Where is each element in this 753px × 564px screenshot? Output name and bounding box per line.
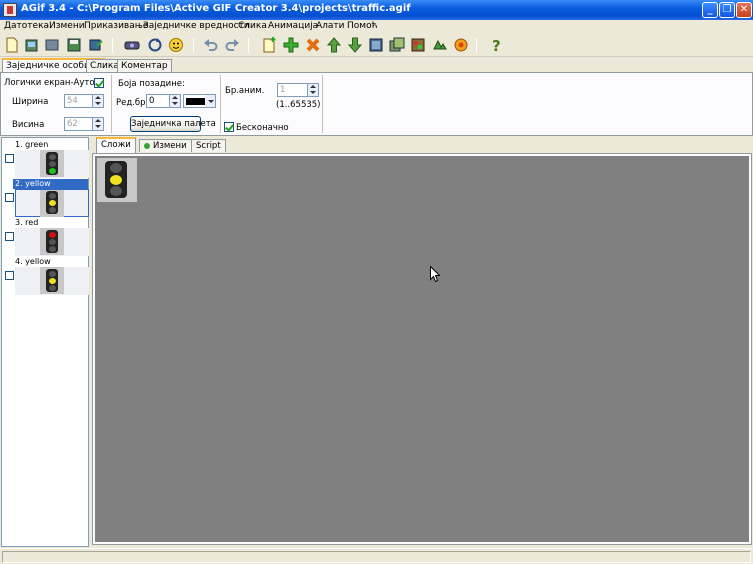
properties-tabs: Заједничке особине Слика Коментар — [0, 58, 753, 73]
frame-checkbox[interactable] — [5, 232, 14, 241]
height-spinner[interactable]: 62 — [64, 117, 104, 131]
menu-image[interactable]: Слика — [238, 21, 267, 31]
anim-count-spinner[interactable]: 1 — [277, 83, 319, 97]
editor-tabs: Сложи Измени Script — [92, 137, 752, 153]
anim-range-label: (1..65535) — [276, 100, 321, 110]
open-icon[interactable] — [24, 37, 40, 53]
tab-edit[interactable]: Измени — [139, 139, 192, 152]
index-label: Ред.бр. — [116, 98, 149, 108]
frame-thumbnail[interactable] — [15, 150, 89, 178]
infinite-checkbox[interactable] — [224, 122, 234, 132]
menu-animation[interactable]: Анимација — [268, 21, 318, 31]
logical-screen-auto-checkbox[interactable] — [94, 78, 104, 88]
help-icon[interactable]: ? — [489, 37, 505, 53]
width-value: 54 — [67, 96, 78, 106]
minimize-button[interactable]: _ — [702, 2, 718, 18]
canvas-area — [92, 153, 752, 545]
frame-checkbox[interactable] — [5, 193, 14, 202]
move-down-icon[interactable] — [347, 37, 363, 53]
anim-count-spin-arrows[interactable] — [307, 84, 318, 96]
animation-canvas[interactable] — [95, 156, 749, 542]
logical-screen-auto-label: Логички екран-Аутом. — [4, 78, 104, 88]
chevron-down-icon[interactable] — [206, 95, 215, 107]
palette-icon[interactable] — [410, 37, 426, 53]
infinite-label: Бесконачно — [236, 123, 289, 133]
anim-count-label: Бр.аним. — [225, 86, 265, 96]
tab-compose[interactable]: Сложи — [96, 137, 136, 153]
index-spin-arrows[interactable] — [169, 95, 180, 107]
width-spin-arrows[interactable] — [92, 95, 103, 107]
height-value: 62 — [67, 119, 78, 129]
height-label: Висина — [12, 120, 45, 130]
frame-properties-icon[interactable] — [368, 37, 384, 53]
maximize-button[interactable]: ❐ — [719, 2, 735, 18]
bg-color-swatch — [186, 98, 205, 105]
frame-thumbnail[interactable] — [15, 228, 89, 256]
index-value: 0 — [149, 96, 155, 106]
frame-thumbnail[interactable] — [15, 267, 89, 295]
preview-icon[interactable] — [124, 37, 140, 53]
bg-color-picker[interactable] — [183, 94, 216, 108]
insert-frame-icon[interactable] — [283, 37, 299, 53]
common-properties-panel: Логички екран-Аутом. Ширина 54 Висина 62… — [0, 72, 753, 136]
menu-bar: Датотека Измени Приказивање Заједничке в… — [0, 20, 753, 34]
frame-title[interactable]: 3. red — [13, 218, 88, 228]
window-title: AGif 3.4 - C:\Program Files\Active GIF C… — [21, 3, 411, 14]
status-bar — [0, 548, 753, 564]
save-as-icon[interactable] — [88, 37, 104, 53]
status-dot-icon — [144, 142, 150, 149]
menu-common-values[interactable]: Заједничке вредности — [143, 21, 250, 31]
duplicate-frame-icon[interactable] — [389, 37, 405, 53]
menu-help[interactable]: Помоћ — [347, 21, 377, 31]
add-frame-icon[interactable] — [261, 37, 277, 53]
effects-icon[interactable] — [432, 37, 448, 53]
new-icon[interactable] — [4, 37, 20, 53]
common-palette-button[interactable]: Заједничка палета — [130, 116, 216, 132]
frame-list[interactable]: 1. green 2. yellow 3. red 4. yellow — [1, 137, 89, 547]
menu-tools[interactable]: Алати — [316, 21, 345, 31]
frame-checkbox[interactable] — [5, 271, 14, 280]
import-icon[interactable] — [44, 37, 60, 53]
menu-edit[interactable]: Измени — [49, 21, 85, 31]
redo-icon[interactable] — [224, 37, 240, 53]
anim-count-value: 1 — [280, 85, 286, 95]
menu-file[interactable]: Датотека — [4, 21, 49, 31]
smiley-icon[interactable] — [168, 37, 184, 53]
svg-text:?: ? — [492, 37, 501, 53]
frame-title[interactable]: 1. green — [13, 140, 88, 150]
move-up-icon[interactable] — [326, 37, 342, 53]
status-pane — [2, 551, 751, 563]
frame-checkbox[interactable] — [5, 154, 14, 163]
tab-comment[interactable]: Коментар — [117, 59, 172, 73]
optimize-icon[interactable] — [453, 37, 469, 53]
frame-thumbnail[interactable] — [15, 189, 89, 217]
undo-icon[interactable] — [203, 37, 219, 53]
bg-color-label: Боја позадине: — [118, 79, 185, 89]
height-spin-arrows[interactable] — [92, 118, 103, 130]
width-spinner[interactable]: 54 — [64, 94, 104, 108]
delete-frame-icon[interactable] — [305, 37, 321, 53]
refresh-icon[interactable] — [147, 37, 163, 53]
index-spinner[interactable]: 0 — [146, 94, 181, 108]
tab-edit-label: Измени — [153, 141, 187, 151]
menu-view[interactable]: Приказивање — [84, 21, 148, 31]
frame-title[interactable]: 4. yellow — [13, 257, 88, 267]
title-bar: AGif 3.4 - C:\Program Files\Active GIF C… — [0, 0, 753, 20]
save-icon[interactable] — [66, 37, 82, 53]
frame-title[interactable]: 2. yellow — [13, 179, 88, 189]
app-icon — [3, 3, 17, 17]
toolbar: ? — [0, 34, 753, 57]
mouse-cursor-icon — [430, 266, 440, 282]
tab-script[interactable]: Script — [191, 139, 226, 152]
width-label: Ширина — [12, 97, 49, 107]
close-button[interactable]: ✕ — [736, 2, 752, 18]
